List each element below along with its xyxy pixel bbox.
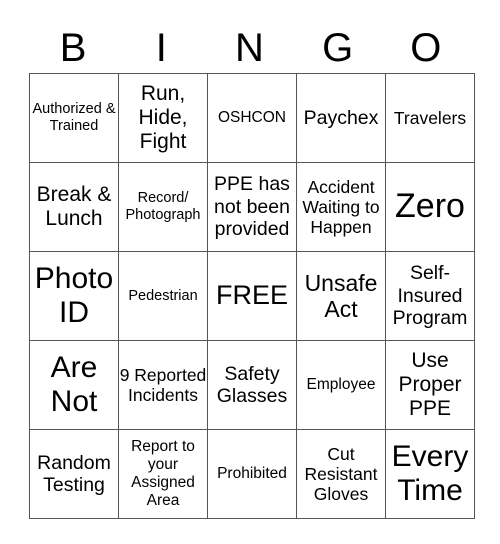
bingo-card-grid: Authorized & Trained Run, Hide, Fight OS…	[29, 73, 475, 519]
header-letter-n: N	[235, 26, 264, 70]
bingo-cell[interactable]: 9 Reported Incidents	[118, 340, 208, 430]
bingo-header: B I N G O	[29, 26, 470, 70]
grid-row: Are Not 9 Reported Incidents Safety Glas…	[29, 340, 475, 430]
bingo-cell[interactable]: Photo ID	[29, 251, 119, 341]
bingo-cell[interactable]: Run, Hide, Fight	[118, 73, 208, 163]
bingo-cell[interactable]: Break & Lunch	[29, 162, 119, 252]
grid-row: Authorized & Trained Run, Hide, Fight OS…	[29, 73, 475, 163]
bingo-cell[interactable]: OSHCON	[207, 73, 297, 163]
bingo-cell[interactable]: Pedestrian	[118, 251, 208, 341]
bingo-cell[interactable]: Authorized & Trained	[29, 73, 119, 163]
header-letter-g: G	[322, 26, 354, 70]
bingo-cell[interactable]: Paychex	[296, 73, 386, 163]
bingo-cell[interactable]: Record/ Photograph	[118, 162, 208, 252]
bingo-cell[interactable]: Use Proper PPE	[385, 340, 475, 430]
bingo-cell[interactable]: Are Not	[29, 340, 119, 430]
grid-row: Random Testing Report to your Assigned A…	[29, 429, 475, 519]
bingo-cell[interactable]: PPE has not been provided	[207, 162, 297, 252]
grid-row: Photo ID Pedestrian FREE Unsafe Act Self…	[29, 251, 475, 341]
header-letter-b: B	[59, 26, 87, 70]
bingo-cell[interactable]: Accident Waiting to Happen	[296, 162, 386, 252]
bingo-cell[interactable]: Random Testing	[29, 429, 119, 519]
bingo-cell[interactable]: Report to your Assigned Area	[118, 429, 208, 519]
free-space-cell[interactable]: FREE	[207, 251, 297, 341]
bingo-cell[interactable]: Safety Glasses	[207, 340, 297, 430]
bingo-cell[interactable]: Unsafe Act	[296, 251, 386, 341]
header-letter-i: I	[155, 26, 167, 70]
bingo-cell[interactable]: Zero	[385, 162, 475, 252]
bingo-cell[interactable]: Employee	[296, 340, 386, 430]
bingo-cell[interactable]: Self-Insured Program	[385, 251, 475, 341]
header-letter-o: O	[410, 26, 442, 70]
bingo-cell[interactable]: Cut Resistant Gloves	[296, 429, 386, 519]
bingo-cell[interactable]: Prohibited	[207, 429, 297, 519]
grid-row: Break & Lunch Record/ Photograph PPE has…	[29, 162, 475, 252]
bingo-cell[interactable]: Travelers	[385, 73, 475, 163]
bingo-cell[interactable]: Every Time	[385, 429, 475, 519]
